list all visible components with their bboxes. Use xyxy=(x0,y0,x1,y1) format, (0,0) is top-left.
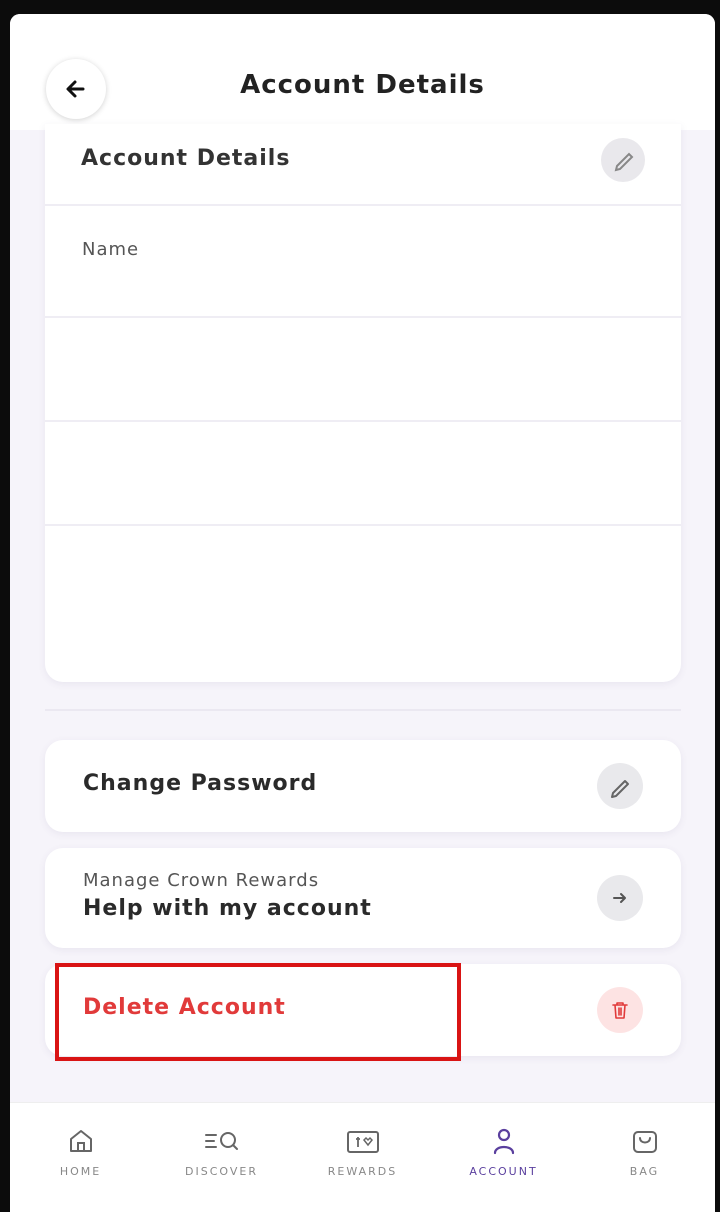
redacted-field xyxy=(81,527,515,625)
details-card-header: Account Details xyxy=(45,124,681,206)
section-divider xyxy=(45,709,681,711)
nav-bag-label: BAG xyxy=(629,1165,660,1178)
discover-icon xyxy=(204,1132,238,1150)
trash-icon xyxy=(612,1002,628,1019)
edit-details-button[interactable] xyxy=(601,138,645,182)
change-password-button[interactable] xyxy=(597,763,643,809)
nav-home[interactable]: HOME xyxy=(10,1103,151,1212)
page-title: Account Details xyxy=(240,70,485,100)
field-divider xyxy=(45,524,681,526)
help-account-button[interactable] xyxy=(597,875,643,921)
bag-icon xyxy=(632,1131,657,1153)
bottom-nav: HOME DISCOVER REWARDS ACCOUNT BAG xyxy=(10,1102,715,1212)
nav-bag[interactable]: BAG xyxy=(574,1103,715,1212)
nav-home-label: HOME xyxy=(59,1165,102,1178)
change-password-label: Change Password xyxy=(83,771,318,796)
pencil-icon xyxy=(614,152,634,172)
app-screen: Account Details Account Details Name Cha… xyxy=(10,14,715,1212)
arrow-right-icon xyxy=(613,893,626,903)
nav-rewards[interactable]: REWARDS xyxy=(292,1103,433,1212)
delete-account-highlight xyxy=(55,963,461,1061)
nav-discover[interactable]: DISCOVER xyxy=(151,1103,292,1212)
nav-account-label: ACCOUNT xyxy=(469,1165,538,1178)
delete-account-button[interactable] xyxy=(597,987,643,1033)
top-bar: Account Details xyxy=(10,14,715,130)
name-label: Name xyxy=(82,239,140,260)
help-account-row[interactable]: Manage Crown Rewards Help with my accoun… xyxy=(45,848,681,948)
nav-discover-label: DISCOVER xyxy=(185,1165,258,1178)
account-details-card: Account Details Name xyxy=(45,124,681,682)
field-divider xyxy=(45,420,681,422)
nav-account[interactable]: ACCOUNT xyxy=(433,1103,574,1212)
manage-rewards-subtitle: Manage Crown Rewards xyxy=(83,870,320,891)
redacted-field xyxy=(81,319,515,417)
change-password-row[interactable]: Change Password xyxy=(45,740,681,832)
rewards-icon xyxy=(346,1131,379,1153)
nav-rewards-label: REWARDS xyxy=(327,1165,398,1178)
field-divider xyxy=(45,316,681,318)
help-account-label: Help with my account xyxy=(83,896,372,921)
home-icon xyxy=(69,1130,92,1152)
redacted-field xyxy=(81,423,515,521)
pencil-icon xyxy=(611,780,629,798)
details-heading: Account Details xyxy=(81,146,291,171)
account-icon xyxy=(493,1128,514,1155)
